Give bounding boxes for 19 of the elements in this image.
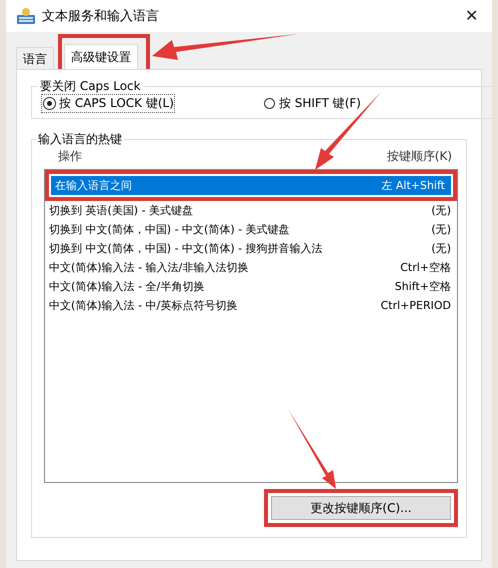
list-row[interactable]: 中文(简体)输入法 - 中/英标点符号切换 Ctrl+PERIOD: [45, 296, 457, 315]
window-title: 文本服务和输入语言: [42, 8, 160, 25]
column-header: 操作: [58, 148, 82, 165]
list-row[interactable]: 切换到 中文(简体，中国) - 中文(简体) - 美式键盘 (无): [45, 220, 457, 239]
change-key-sequence-button[interactable]: 更改按键顺序(C)...: [271, 496, 451, 520]
radio-option[interactable]: 按 CAPS LOCK 键(L): [42, 95, 174, 112]
list-row[interactable]: 切换到 中文(简体，中国) - 中文(简体) - 搜狗拼音输入法 (无): [45, 239, 457, 258]
list-row[interactable]: 切换到 英语(美国) - 美式键盘 (无): [45, 201, 457, 220]
radio-option[interactable]: 按 SHIFT 键(F): [262, 95, 484, 112]
tab[interactable]: 语言: [16, 47, 54, 69]
tab[interactable]: 高级键设置: [64, 44, 138, 69]
close-button[interactable]: ✕: [461, 6, 482, 26]
group-title: 要关闭 Caps Lock: [39, 78, 142, 95]
keyboard-icon: [16, 7, 36, 25]
column-header: 按键顺序(K): [386, 148, 452, 165]
list-row[interactable]: 中文(简体)输入法 - 输入法/非输入法切换 Ctrl+空格: [45, 258, 457, 277]
list-row[interactable]: 中文(简体)输入法 - 全/半角切换 Shift+空格: [45, 277, 457, 296]
group-title: 输入语言的热键: [37, 131, 123, 148]
list-row[interactable]: 在输入语言之间 左 Alt+Shift: [51, 176, 451, 195]
